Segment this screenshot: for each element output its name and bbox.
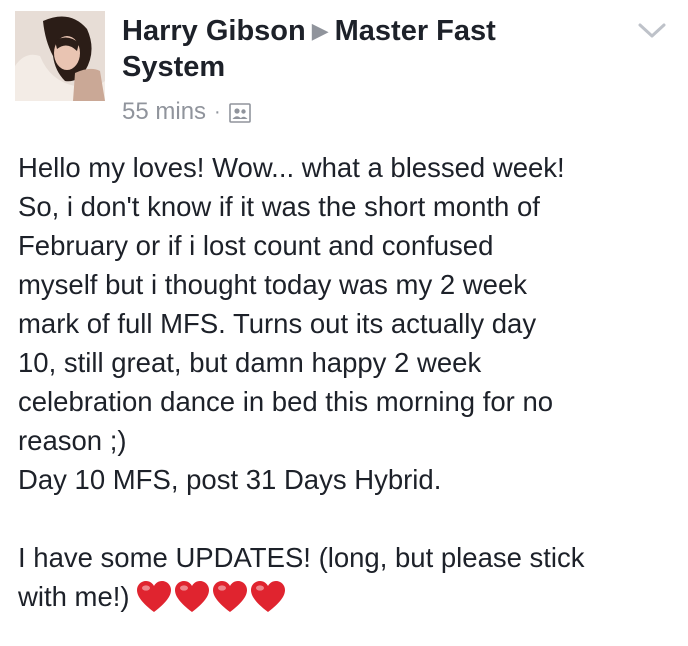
updates-line-tail: with me!) — [18, 581, 130, 612]
chevron-down-icon[interactable] — [637, 20, 667, 42]
post-header: Harry Gibson ▶ Master Fast System — [122, 13, 592, 85]
group-audience-icon[interactable] — [228, 102, 251, 123]
author-name[interactable]: Harry Gibson — [122, 15, 306, 47]
heart-emoji-icon — [136, 580, 172, 614]
post-timestamp[interactable]: 55 mins — [122, 98, 206, 126]
heart-emoji-icon — [250, 580, 286, 614]
heart-emoji-icon — [174, 580, 210, 614]
post-meta: 55 mins · — [122, 98, 251, 126]
updates-line-end: with me!) — [18, 577, 678, 616]
post-paragraph: Hello my loves! Wow... what a blessed we… — [18, 152, 565, 495]
heart-emoji-icon — [212, 580, 248, 614]
author-avatar[interactable] — [15, 11, 105, 101]
facebook-post: Harry Gibson ▶ Master Fast System 55 mins … — [0, 0, 688, 646]
meta-separator: · — [214, 101, 221, 123]
post-body: Hello my loves! Wow... what a blessed we… — [18, 148, 678, 616]
updates-line: I have some UPDATES! (long, but please s… — [18, 542, 585, 573]
hearts-emoji-group — [136, 580, 286, 614]
right-arrow-icon: ▶ — [311, 18, 329, 43]
